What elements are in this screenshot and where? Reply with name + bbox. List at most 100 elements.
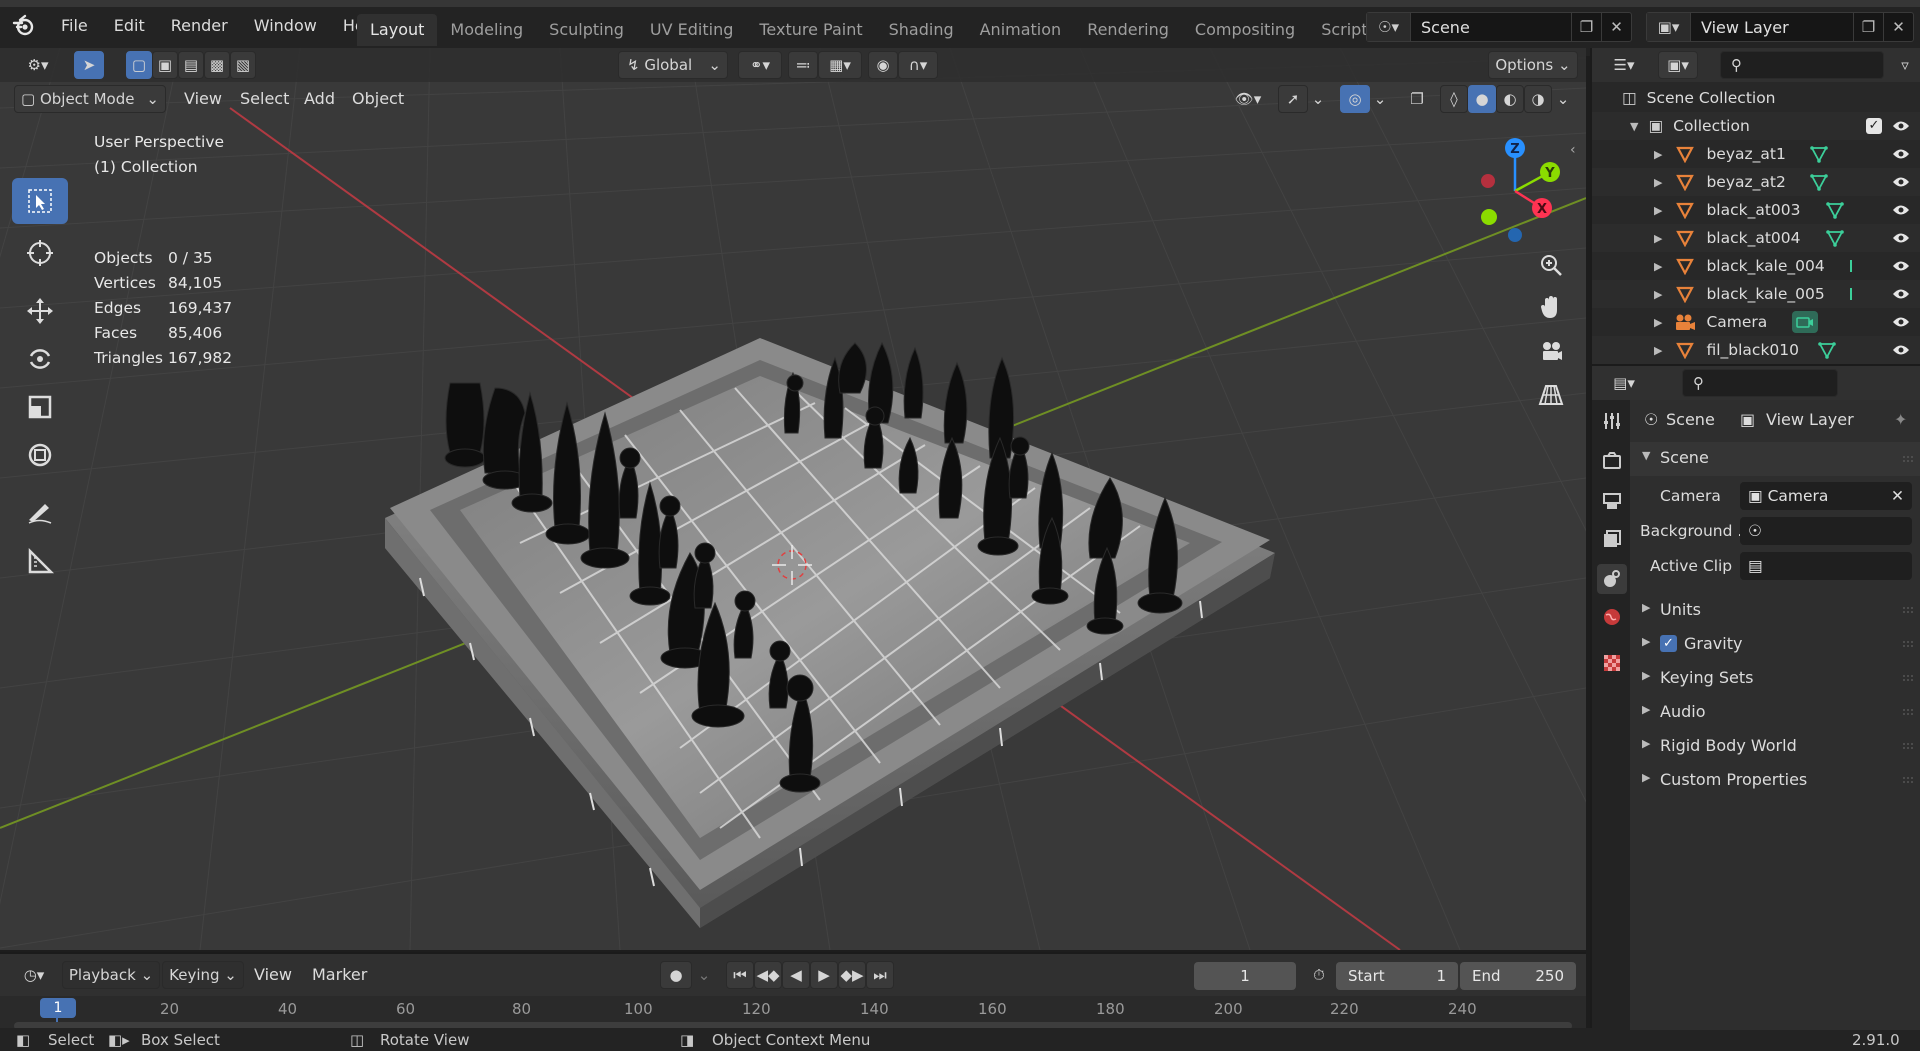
tab-compositing[interactable]: Compositing — [1182, 14, 1308, 46]
tab-modeling[interactable]: Modeling — [437, 14, 536, 46]
gizmo-neg-x[interactable] — [1481, 174, 1495, 188]
measure-tool[interactable] — [12, 538, 68, 584]
prev-keyframe-icon[interactable]: ◀◆ — [754, 961, 782, 989]
playhead[interactable]: 1 — [40, 998, 76, 1018]
select-box-tool[interactable] — [12, 178, 68, 224]
world-properties-icon[interactable] — [1597, 602, 1627, 632]
view-layer-properties-icon[interactable] — [1597, 524, 1627, 554]
rigid-body-world-panel-header[interactable]: ▶ Rigid Body World — [1630, 730, 1920, 762]
scale-tool[interactable] — [12, 384, 68, 430]
scene-properties-icon[interactable] — [1597, 564, 1627, 594]
eye-icon[interactable] — [1892, 120, 1910, 132]
exclude-checkbox[interactable]: ✓ — [1866, 118, 1882, 134]
overlays-toggle-icon[interactable]: ◎ — [1340, 85, 1370, 113]
select-new-icon[interactable]: ▢ — [126, 51, 152, 79]
xray-toggle-icon[interactable]: ❐ — [1402, 85, 1432, 113]
end-frame-field[interactable]: End 250 — [1460, 962, 1576, 990]
drag-handle-icon[interactable] — [1902, 606, 1914, 614]
proportional-edit-icon[interactable]: ◉ — [868, 51, 898, 79]
delete-view-layer-icon[interactable]: ✕ — [1883, 13, 1913, 41]
eye-icon[interactable] — [1892, 204, 1910, 216]
drag-handle-icon[interactable] — [1902, 742, 1914, 750]
display-mode-icon[interactable]: ▣▾ — [1658, 51, 1698, 79]
expand-arrow-icon[interactable]: ▶ — [1654, 176, 1662, 189]
pivot-point-icon[interactable]: ⚭▾ — [738, 51, 782, 79]
outliner-editor-type-icon[interactable]: ☰▾ — [1604, 51, 1644, 79]
eye-icon[interactable] — [1892, 232, 1910, 244]
select-intersect-icon[interactable]: ▧ — [230, 51, 256, 79]
chevron-down-icon[interactable]: ⌄ — [1370, 85, 1390, 113]
transform-orientation-dropdown[interactable]: ↯ Global ⌄ — [618, 51, 728, 79]
play-icon[interactable]: ▶ — [810, 961, 838, 989]
scene-name[interactable]: Scene — [1411, 18, 1571, 37]
sidebar-toggle-icon[interactable]: ‹ — [1570, 142, 1576, 158]
zoom-icon[interactable] — [1532, 246, 1570, 284]
view-layer-name[interactable]: View Layer — [1691, 18, 1853, 37]
jump-end-icon[interactable]: ⏭ — [866, 961, 894, 989]
tab-animation[interactable]: Animation — [967, 14, 1075, 46]
expand-arrow-icon[interactable]: ▶ — [1654, 232, 1662, 245]
move-tool[interactable] — [12, 288, 68, 334]
collection-row[interactable]: ▼ ▣ Collection ✓ — [1592, 112, 1920, 140]
tab-texture-paint[interactable]: Texture Paint — [746, 14, 875, 46]
tab-sculpting[interactable]: Sculpting — [536, 14, 637, 46]
pan-hand-icon[interactable] — [1532, 288, 1570, 326]
drag-handle-icon[interactable] — [1902, 455, 1914, 463]
current-frame-field[interactable]: 1 — [1194, 962, 1296, 990]
new-view-layer-icon[interactable]: ❐ — [1853, 13, 1883, 41]
view-layer-icon[interactable]: ▣▾ — [1647, 13, 1691, 41]
mesh-data-icon[interactable] — [1818, 341, 1836, 359]
3d-viewport[interactable]: ⚙▾ ➤ ▢ ▣ ▤ ▩ ▧ ↯ Global ⌄ ⚭▾ ≕ ▦▾ ◉ ∩▾ O… — [0, 48, 1586, 950]
expand-arrow-icon[interactable]: ▶ — [1654, 260, 1662, 273]
eye-icon[interactable] — [1892, 260, 1910, 272]
transform-tool[interactable] — [12, 432, 68, 478]
gizmo-neg-z[interactable] — [1508, 228, 1522, 242]
eye-icon[interactable] — [1892, 316, 1910, 328]
collapse-arrow-icon[interactable]: ▼ — [1630, 120, 1638, 133]
select-subtract-icon[interactable]: ▤ — [178, 51, 204, 79]
texture-properties-icon[interactable] — [1597, 648, 1627, 678]
chevron-down-icon[interactable]: ⌄ — [1552, 85, 1574, 113]
gizmo-neg-y[interactable] — [1481, 209, 1497, 225]
units-panel-header[interactable]: ▶ Units — [1630, 594, 1920, 626]
expand-arrow-icon[interactable]: ▶ — [1654, 148, 1662, 161]
cursor-tool[interactable] — [12, 230, 68, 276]
blender-logo-icon[interactable] — [12, 14, 36, 38]
drag-handle-icon[interactable] — [1902, 708, 1914, 716]
scene-selector[interactable]: ☉▾ Scene ❐ ✕ — [1366, 12, 1632, 42]
output-properties-icon[interactable] — [1597, 486, 1627, 516]
render-properties-icon[interactable] — [1597, 446, 1627, 476]
outliner-item[interactable]: ▶ fil_black010 — [1592, 336, 1920, 364]
eye-icon[interactable] — [1892, 176, 1910, 188]
menu-view[interactable]: View — [184, 89, 222, 108]
clear-field-icon[interactable]: ✕ — [1891, 487, 1904, 505]
select-mode-icon[interactable]: ➤ — [74, 51, 104, 79]
menu-window[interactable]: Window — [241, 16, 330, 35]
gravity-panel-header[interactable]: ▶ ✓ Gravity — [1630, 628, 1920, 660]
expand-arrow-icon[interactable]: ▶ — [1654, 288, 1662, 301]
mesh-data-icon[interactable] — [1810, 145, 1828, 163]
snap-toggle-icon[interactable]: ≕ — [788, 51, 818, 79]
menu-add[interactable]: Add — [304, 89, 335, 108]
timeline-editor-type-icon[interactable]: ◷▾ — [12, 961, 56, 989]
new-scene-icon[interactable]: ❐ — [1571, 13, 1601, 41]
drag-handle-icon[interactable] — [1902, 640, 1914, 648]
rotate-tool[interactable] — [12, 336, 68, 382]
timeline-view-menu[interactable]: View — [254, 965, 292, 984]
custom-properties-panel-header[interactable]: ▶ Custom Properties — [1630, 764, 1920, 796]
next-keyframe-icon[interactable]: ◆▶ — [838, 961, 866, 989]
outliner-item[interactable]: ▶ Camera — [1592, 308, 1920, 336]
pin-icon[interactable]: ✦ — [1894, 410, 1907, 429]
active-clip-field[interactable]: ▤ — [1740, 552, 1912, 580]
select-invert-icon[interactable]: ▩ — [204, 51, 230, 79]
editor-type-icon[interactable]: ⚙▾ — [18, 51, 58, 79]
timer-icon[interactable]: ⏱ — [1304, 961, 1334, 989]
tab-layout[interactable]: Layout — [357, 14, 438, 46]
outliner-item[interactable]: ▶ beyaz_at1 — [1592, 140, 1920, 168]
play-reverse-icon[interactable]: ◀ — [782, 961, 810, 989]
drag-handle-icon[interactable] — [1902, 776, 1914, 784]
expand-arrow-icon[interactable]: ▶ — [1654, 204, 1662, 217]
solid-shading-icon[interactable]: ● — [1468, 85, 1496, 113]
eye-icon[interactable] — [1892, 288, 1910, 300]
chevron-down-icon[interactable]: ⌄ — [692, 961, 716, 989]
